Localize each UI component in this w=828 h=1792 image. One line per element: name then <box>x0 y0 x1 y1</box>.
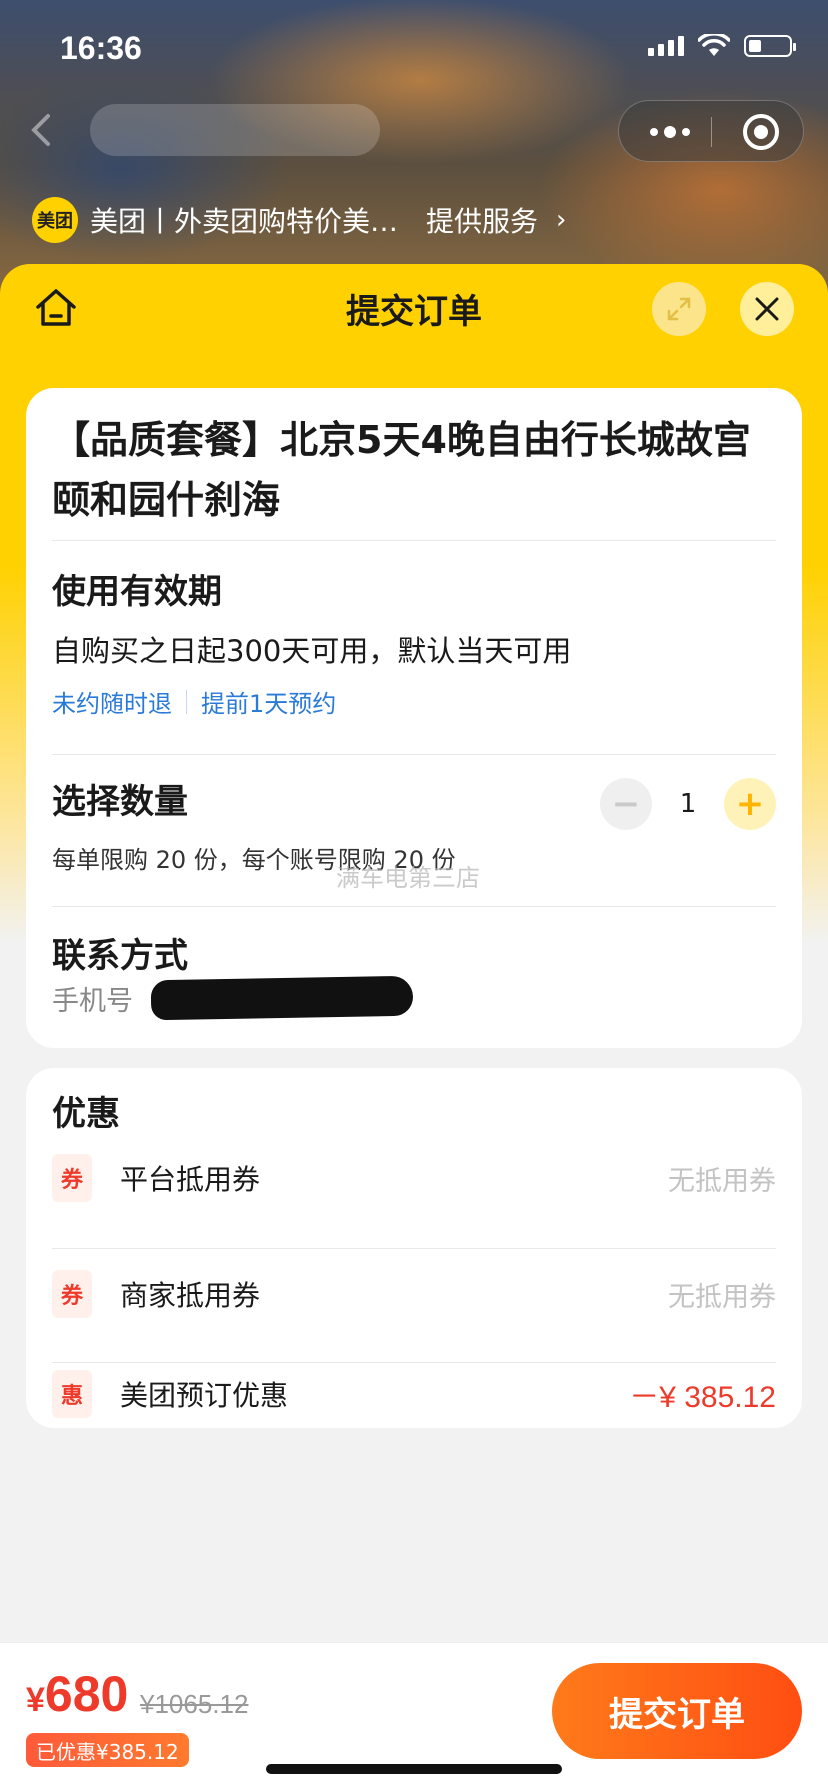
capsule-divider <box>711 117 712 147</box>
order-sheet: 提交订单 【品质套餐】北京5天4晚自由行长城故宫颐和园什刹海 使用有效期 自购买… <box>0 264 828 1792</box>
watermark-text: 满车电第三店 <box>336 864 480 892</box>
increment-button[interactable]: + <box>724 778 776 830</box>
host-nav <box>0 96 828 166</box>
currency-symbol: ¥ <box>26 1681 45 1719</box>
discount-badge: 惠 <box>52 1370 92 1418</box>
divider <box>52 906 776 907</box>
tag-reservation[interactable]: 提前1天预约 <box>201 684 336 719</box>
contact-label: 联系方式 <box>52 936 188 976</box>
quantity-stepper: − 1 + <box>600 778 776 830</box>
final-price: ¥680 <box>26 1665 128 1723</box>
provider-service-label: 提供服务 <box>426 205 539 238</box>
sheet-header: 提交订单 <box>0 264 828 354</box>
platform-coupon-row[interactable]: 券 平台抵用券 无抵用券 <box>52 1148 776 1208</box>
expand-icon <box>667 297 691 321</box>
divider <box>52 754 776 755</box>
saved-amount-badge: 已优惠¥385.12 <box>26 1733 189 1767</box>
expand-button[interactable] <box>652 282 706 336</box>
refund-tags: 未约随时退 提前1天预约 <box>52 684 336 719</box>
status-bar: 16:36 <box>0 0 828 100</box>
discount-row-label: 美团预订优惠 <box>120 1379 289 1412</box>
close-icon <box>755 297 779 321</box>
coupon-value: 无抵用券 <box>668 1165 776 1197</box>
provider-name: 美团丨外卖团购特价美… <box>90 205 399 238</box>
tag-separator <box>186 689 187 714</box>
cellular-signal-icon <box>648 36 684 56</box>
tag-refund[interactable]: 未约随时退 <box>52 684 172 719</box>
status-time: 16:36 <box>60 30 142 66</box>
discount-amount: －¥ 385.12 <box>629 1381 776 1414</box>
service-provider-row[interactable]: 美团 美团丨外卖团购特价美… 提供服务 › <box>32 196 566 244</box>
status-icons <box>648 34 796 58</box>
submit-order-button[interactable]: 提交订单 <box>552 1663 802 1759</box>
booking-discount-row: 惠 美团预订优惠 －¥ 385.12 <box>52 1364 776 1424</box>
phone-label: 手机号 <box>52 985 133 1017</box>
miniprogram-capsule <box>618 100 804 162</box>
more-icon[interactable] <box>645 119 695 145</box>
validity-text: 自购买之日起300天可用，默认当天可用 <box>52 634 572 668</box>
close-button[interactable] <box>740 282 794 336</box>
quantity-label: 选择数量 <box>52 782 188 822</box>
close-miniprogram-icon[interactable] <box>743 114 779 150</box>
divider <box>52 540 776 541</box>
coupon-badge: 券 <box>52 1270 92 1318</box>
discount-label: 优惠 <box>52 1094 120 1134</box>
quantity-value[interactable]: 1 <box>652 789 724 819</box>
coupon-badge: 券 <box>52 1154 92 1202</box>
product-title: 【品质套餐】北京5天4晚自由行长城故宫颐和园什刹海 <box>52 418 751 522</box>
price-amount: 680 <box>44 1666 129 1722</box>
coupon-label: 平台抵用券 <box>120 1163 261 1196</box>
decrement-button[interactable]: − <box>600 778 652 830</box>
battery-icon <box>744 35 796 57</box>
merchant-coupon-row[interactable]: 券 商家抵用券 无抵用券 <box>52 1264 776 1324</box>
home-indicator <box>266 1764 562 1774</box>
order-info-card: 【品质套餐】北京5天4晚自由行长城故宫颐和园什刹海 使用有效期 自购买之日起30… <box>26 388 802 1048</box>
back-arrow-icon[interactable] <box>22 110 62 150</box>
discount-card: 优惠 券 平台抵用券 无抵用券 券 商家抵用券 无抵用券 惠 美团预订优惠 －¥… <box>26 1068 802 1428</box>
chevron-right-icon: › <box>556 205 567 235</box>
coupon-label: 商家抵用券 <box>120 1279 261 1312</box>
original-price: ¥1065.12 <box>140 1689 249 1719</box>
phone-row[interactable]: 手机号 <box>52 975 414 1021</box>
meituan-logo: 美团 <box>32 197 78 243</box>
divider <box>52 1248 776 1249</box>
host-search-bar[interactable] <box>90 104 380 156</box>
divider <box>52 1362 776 1363</box>
coupon-value: 无抵用券 <box>668 1281 776 1313</box>
wifi-icon <box>698 34 730 56</box>
redacted-phone-number <box>150 975 414 1021</box>
validity-label: 使用有效期 <box>52 572 222 612</box>
